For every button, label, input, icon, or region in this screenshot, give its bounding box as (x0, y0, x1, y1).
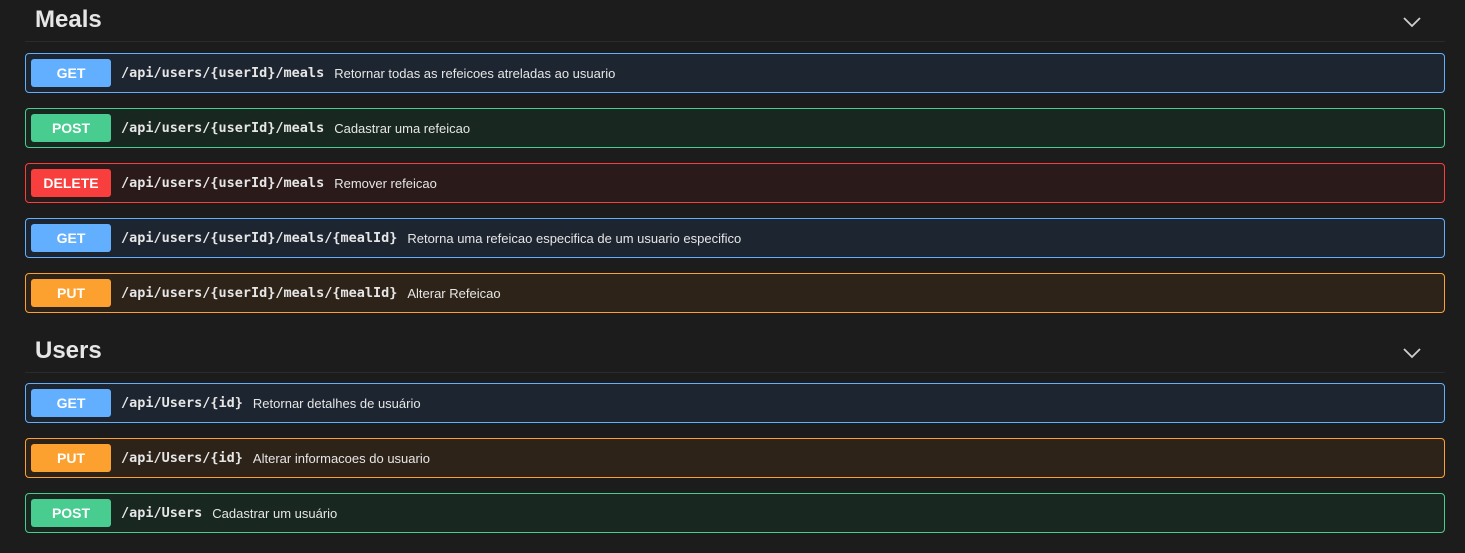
operation-delete-user-meals[interactable]: DELETE /api/users/{userId}/meals Remover… (25, 163, 1445, 203)
section-meals: Meals (25, 2, 1445, 42)
method-badge: DELETE (31, 169, 111, 197)
endpoint-description: Alterar Refeicao (407, 285, 501, 301)
section-header-meals[interactable]: Meals (25, 2, 1445, 42)
method-badge: GET (31, 224, 111, 252)
endpoint-path: /api/Users (121, 505, 203, 521)
chevron-down-icon[interactable] (1394, 7, 1430, 37)
method-badge: GET (31, 59, 111, 87)
endpoint-description: Retornar todas as refeicoes atreladas ao… (334, 65, 616, 81)
method-badge: PUT (31, 279, 111, 307)
endpoint-description: Retorna uma refeicao especifica de um us… (407, 230, 742, 246)
operation-put-user-meal-by-id[interactable]: PUT /api/users/{userId}/meals/{mealId} A… (25, 273, 1445, 313)
operation-post-users[interactable]: POST /api/Users Cadastrar um usuário (25, 493, 1445, 533)
method-badge: PUT (31, 444, 111, 472)
method-badge: GET (31, 389, 111, 417)
endpoint-path: /api/users/{userId}/meals/{mealId} (121, 230, 398, 246)
endpoint-description: Alterar informacoes do usuario (252, 450, 430, 466)
section-header-users[interactable]: Users (25, 333, 1445, 373)
endpoint-path: /api/users/{userId}/meals (121, 65, 325, 81)
operation-post-user-meals[interactable]: POST /api/users/{userId}/meals Cadastrar… (25, 108, 1445, 148)
section-title: Users (35, 336, 102, 364)
method-badge: POST (31, 114, 111, 142)
operation-put-user-by-id[interactable]: PUT /api/Users/{id} Alterar informacoes … (25, 438, 1445, 478)
method-badge: POST (31, 499, 111, 527)
endpoint-description: Cadastrar uma refeicao (334, 120, 471, 136)
endpoint-description: Cadastrar um usuário (212, 505, 338, 521)
endpoint-path: /api/users/{userId}/meals (121, 120, 325, 136)
section-users: Users (25, 333, 1445, 373)
chevron-down-icon[interactable] (1394, 338, 1430, 368)
endpoint-description: Remover refeicao (334, 175, 437, 191)
section-title: Meals (35, 5, 102, 33)
endpoint-path: /api/Users/{id} (121, 395, 243, 411)
endpoint-description: Retornar detalhes de usuário (252, 395, 421, 411)
endpoint-path: /api/users/{userId}/meals (121, 175, 325, 191)
operation-get-user-meal-by-id[interactable]: GET /api/users/{userId}/meals/{mealId} R… (25, 218, 1445, 258)
endpoint-path: /api/users/{userId}/meals/{mealId} (121, 285, 398, 301)
endpoint-path: /api/Users/{id} (121, 450, 243, 466)
operation-get-user-meals[interactable]: GET /api/users/{userId}/meals Retornar t… (25, 53, 1445, 93)
operation-get-user-by-id[interactable]: GET /api/Users/{id} Retornar detalhes de… (25, 383, 1445, 423)
